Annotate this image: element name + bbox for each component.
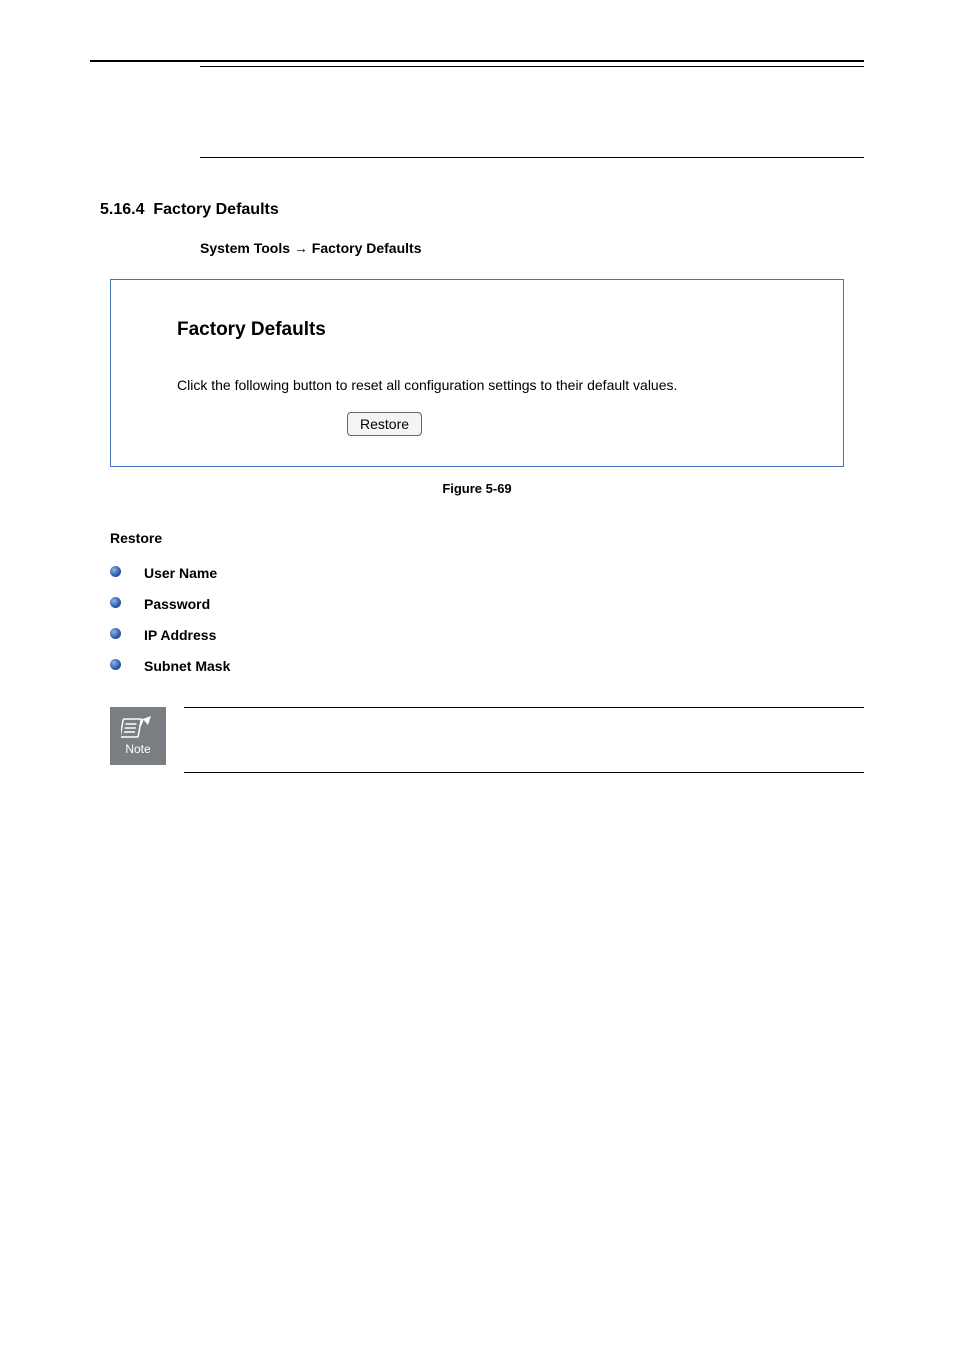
default-username: User Name	[144, 565, 217, 581]
figure-instruction: Click the following button to reset all …	[177, 375, 807, 396]
section-number: 5.16.4	[100, 201, 144, 218]
section-title: Factory Defaults	[153, 201, 278, 218]
note-rule-top	[184, 707, 864, 708]
restore-button[interactable]: Restore	[347, 412, 422, 436]
figure-factory-defaults: Factory Defaults Click the following but…	[110, 279, 844, 467]
list-item: User Name	[110, 563, 864, 584]
nav-prefix: System Tools	[200, 240, 290, 256]
nav-suffix: Factory Defaults	[312, 240, 422, 256]
nav-path: System Tools → Factory Defaults	[200, 238, 864, 259]
note-label: Note	[125, 740, 150, 758]
arrow-icon: →	[294, 240, 308, 256]
list-item: IP Address	[110, 625, 864, 646]
default-ip: IP Address	[144, 627, 216, 643]
inner-rule-bottom	[200, 157, 864, 158]
inner-rule-top	[200, 66, 864, 67]
list-item: Password	[110, 594, 864, 615]
note-rule-bottom	[184, 772, 864, 773]
default-password: Password	[144, 596, 210, 612]
figure-title: Factory Defaults	[177, 316, 807, 345]
section-heading: 5.16.4 Factory Defaults	[100, 198, 864, 222]
note-content	[184, 707, 864, 773]
note-icon: Note	[110, 707, 166, 765]
note-block: Note	[110, 707, 864, 773]
page-rule-top	[90, 60, 864, 62]
figure-caption: Figure 5-69	[90, 479, 864, 499]
defaults-list: User Name Password IP Address Subnet Mas…	[110, 563, 864, 677]
default-subnet: Subnet Mask	[144, 658, 230, 674]
restore-label-line: Restore	[110, 528, 864, 549]
restore-word: Restore	[110, 530, 162, 546]
list-item: Subnet Mask	[110, 656, 864, 677]
